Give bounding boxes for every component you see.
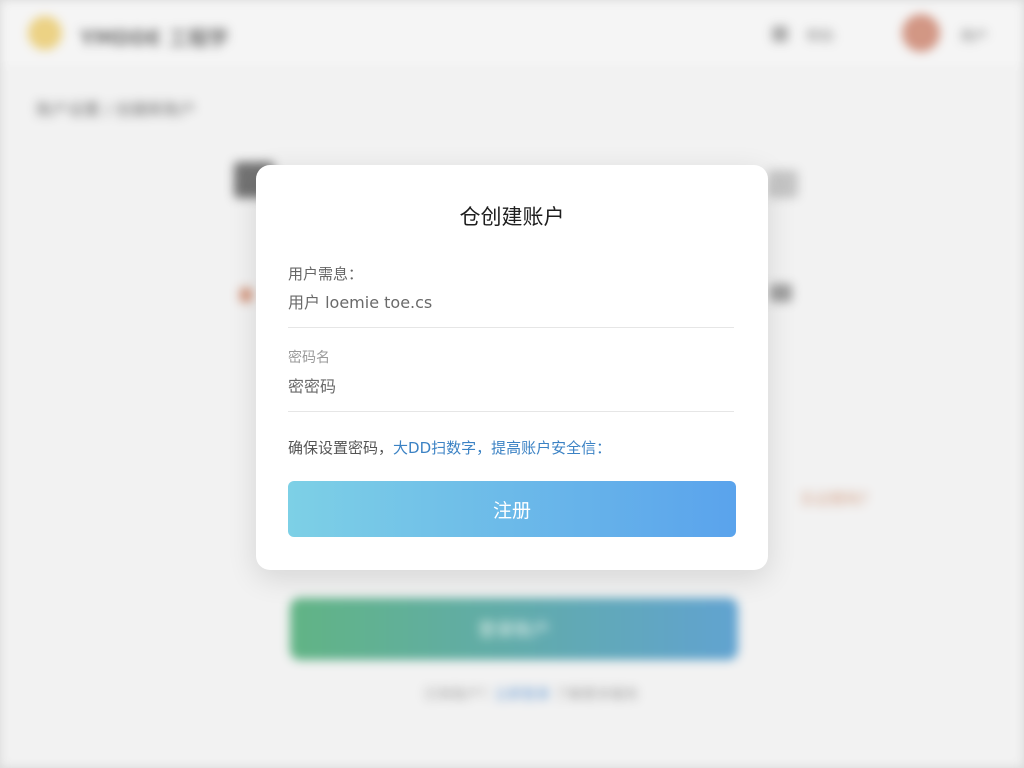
password-label: 密码名	[288, 350, 330, 366]
register-button[interactable]: 注册	[288, 481, 736, 537]
username-label: 用户需息：	[288, 265, 364, 283]
dialog-title: 仓创建账户	[459, 205, 565, 229]
create-account-dialog: 仓创建账户 用户需息： 密码名 确保设置密码，大DD扫数字，提高账户安全信： 注…	[256, 165, 768, 570]
hint-accent-2: 提高账户安全信：	[491, 439, 612, 457]
hint-prefix: 确保设置密码，	[288, 439, 394, 457]
username-input[interactable]	[288, 286, 734, 328]
password-hint: 确保设置密码，大DD扫数字，提高账户安全信：	[288, 437, 611, 458]
hint-accent-1: 大DD扫数字，	[393, 439, 492, 457]
password-input[interactable]	[288, 370, 734, 412]
